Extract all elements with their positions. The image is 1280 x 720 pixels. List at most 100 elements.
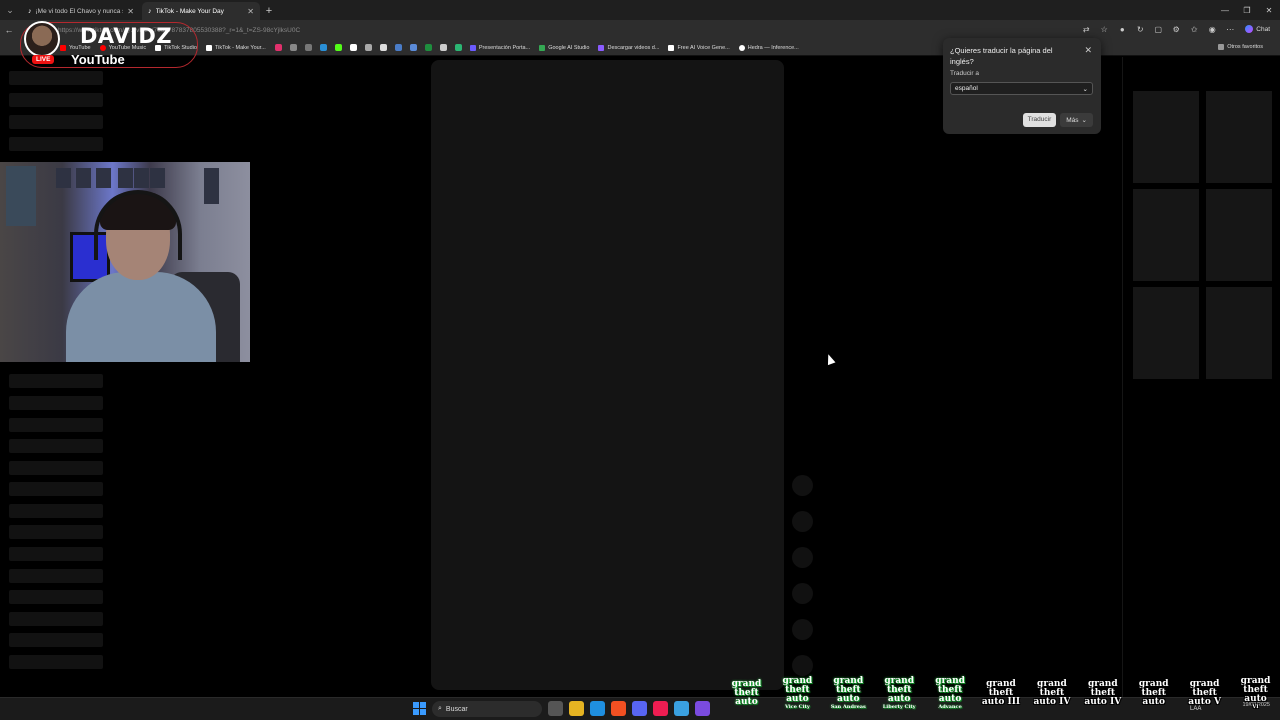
gta-logo: grand theft auto V xyxy=(1180,670,1229,716)
close-icon[interactable]: ✕ xyxy=(247,7,254,16)
headset xyxy=(94,190,182,260)
bookmark-google-ai-studio[interactable]: Google AI Studio xyxy=(539,44,590,51)
video-thumbnail-placeholder[interactable] xyxy=(1206,287,1272,379)
skeleton-bar xyxy=(9,439,103,453)
like-button-placeholder[interactable] xyxy=(792,475,813,496)
bookmark-label: Google AI Studio xyxy=(548,44,590,51)
split-screen-icon[interactable]: ▢ xyxy=(1151,22,1165,36)
bookmark-tiktok[interactable]: TikTok - Make Your... xyxy=(205,44,266,51)
back-arrow-icon[interactable]: ← xyxy=(0,21,18,39)
edge-icon[interactable] xyxy=(590,701,605,716)
bookmark-free-ai-voice[interactable]: Free AI Voice Gene... xyxy=(668,44,730,51)
gta-logo: grand theft auto xyxy=(722,670,771,716)
tab-youtube-video[interactable]: ♪ ¡Me vi todo El Chavo y nunca salí... ✕ xyxy=(22,2,140,20)
bookmark-hedra[interactable]: Hedra — Inference... xyxy=(738,44,799,51)
instagram-icon[interactable] xyxy=(274,44,282,51)
close-icon[interactable]: ✕ xyxy=(1084,45,1092,56)
gta-logo-subtitle: San Andreas xyxy=(830,703,866,710)
chart-icon[interactable] xyxy=(454,44,462,51)
sheet-icon[interactable] xyxy=(424,44,432,51)
gta-logo: grand theft auto Advance xyxy=(926,670,975,716)
bookmark-presentacion[interactable]: Presentación Porta... xyxy=(469,44,530,51)
skeleton-bar xyxy=(9,396,103,410)
toolbar-right: ⇄ ☆ ● ↻ ▢ ⚙ ✩ ◉ ⋯ Chat xyxy=(1079,22,1274,36)
minimize-icon[interactable]: — xyxy=(1214,0,1236,20)
more-button[interactable]: Más ⌄ xyxy=(1060,113,1093,127)
share-button-placeholder[interactable] xyxy=(792,583,813,604)
language-select[interactable]: español ⌄ xyxy=(950,82,1093,95)
close-window-icon[interactable]: ✕ xyxy=(1258,0,1280,20)
chat-button[interactable]: Chat xyxy=(1241,25,1274,33)
folder-icon xyxy=(1218,44,1225,50)
taskbar-search[interactable]: ⌕ Buscar xyxy=(432,701,542,717)
save-button-placeholder[interactable] xyxy=(792,547,813,568)
more-button-placeholder[interactable] xyxy=(792,619,813,640)
extension-icon[interactable]: ● xyxy=(1115,22,1129,36)
poster xyxy=(56,168,71,188)
capcut-icon[interactable] xyxy=(439,44,447,51)
discord-icon[interactable] xyxy=(632,701,647,716)
gta-logo-text: auto xyxy=(1142,696,1165,707)
video-thumbnail-placeholder[interactable] xyxy=(1133,91,1199,183)
windows-start-icon[interactable] xyxy=(413,702,426,715)
skeleton-bar xyxy=(9,547,103,561)
globe-icon[interactable] xyxy=(394,44,402,51)
kick-icon[interactable] xyxy=(334,44,342,51)
tiktok-icon xyxy=(205,44,212,51)
plus-icon[interactable] xyxy=(319,44,327,51)
screen: ⌄ ♪ ¡Me vi todo El Chavo y nunca salí...… xyxy=(0,0,1280,720)
bookmark-descargar-videos[interactable]: Descargar videos d... xyxy=(598,44,659,51)
diamond-icon[interactable] xyxy=(379,44,387,51)
tab-tiktok[interactable]: ♪ TikTok - Make Your Day ✕ xyxy=(142,2,260,20)
video-player-placeholder[interactable] xyxy=(431,60,784,690)
gta-logo: grand theft auto Vice City xyxy=(773,670,822,716)
file-explorer-icon[interactable] xyxy=(569,701,584,716)
skeleton-bar xyxy=(9,71,103,85)
gta-logo: grand theft auto Liberty City xyxy=(875,670,924,716)
video-thumbnail-placeholder[interactable] xyxy=(1133,189,1199,281)
favorites-icon[interactable]: ✩ xyxy=(1187,22,1201,36)
video-thumbnail-placeholder[interactable] xyxy=(1206,189,1272,281)
settings-icon[interactable] xyxy=(304,44,312,51)
tiktok-icon[interactable] xyxy=(349,44,357,51)
ai-studio-icon xyxy=(539,44,546,51)
window-icon[interactable] xyxy=(409,44,417,51)
hedra-icon xyxy=(738,44,745,51)
streamer-name: DAVIDZ xyxy=(80,24,172,48)
maximize-icon[interactable]: ❐ xyxy=(1236,0,1258,20)
window-controls: — ❐ ✕ xyxy=(1214,0,1280,20)
skeleton-bar xyxy=(9,374,103,388)
skeleton-bar xyxy=(9,612,103,626)
new-tab-button[interactable]: + xyxy=(260,2,278,20)
infinity-icon[interactable] xyxy=(289,44,297,51)
app-icon[interactable] xyxy=(611,701,626,716)
app-icon[interactable] xyxy=(364,44,372,51)
gta-logo-text: auto IV xyxy=(1084,696,1122,707)
bookmark-other-favorites[interactable]: Otros favoritos xyxy=(1218,44,1263,50)
task-view-icon[interactable] xyxy=(548,701,563,716)
profile-avatar-icon[interactable]: ◉ xyxy=(1205,22,1219,36)
tiktok-icon[interactable] xyxy=(653,701,668,716)
app-icon[interactable] xyxy=(674,701,689,716)
poster xyxy=(6,166,36,226)
video-thumbnail-placeholder[interactable] xyxy=(1206,91,1272,183)
translate-to-label: Traducir a xyxy=(950,70,980,77)
skeleton-bar xyxy=(9,525,103,539)
obs-icon[interactable] xyxy=(695,701,710,716)
more-menu-icon[interactable]: ⋯ xyxy=(1223,22,1237,36)
gta-logo-text: auto xyxy=(938,693,962,704)
close-icon[interactable]: ✕ xyxy=(127,7,134,16)
star-icon[interactable]: ☆ xyxy=(1097,22,1111,36)
video-thumbnail-placeholder[interactable] xyxy=(1133,287,1199,379)
refresh-icon[interactable]: ↻ xyxy=(1133,22,1147,36)
gta-logo-text: auto III xyxy=(981,696,1021,707)
extensions-icon[interactable]: ⚙ xyxy=(1169,22,1183,36)
tab-menu-chevron-icon[interactable]: ⌄ xyxy=(0,0,20,20)
translate-icon[interactable]: ⇄ xyxy=(1079,22,1093,36)
translate-popup: ¿Quieres traducir la página del inglés? … xyxy=(943,38,1101,134)
tab-label: ¡Me vi todo El Chavo y nunca salí... xyxy=(35,7,124,15)
right-panel-divider xyxy=(1122,57,1123,697)
translate-button[interactable]: Traducir xyxy=(1022,113,1057,127)
comment-button-placeholder[interactable] xyxy=(792,511,813,532)
skeleton-bar xyxy=(9,655,103,669)
